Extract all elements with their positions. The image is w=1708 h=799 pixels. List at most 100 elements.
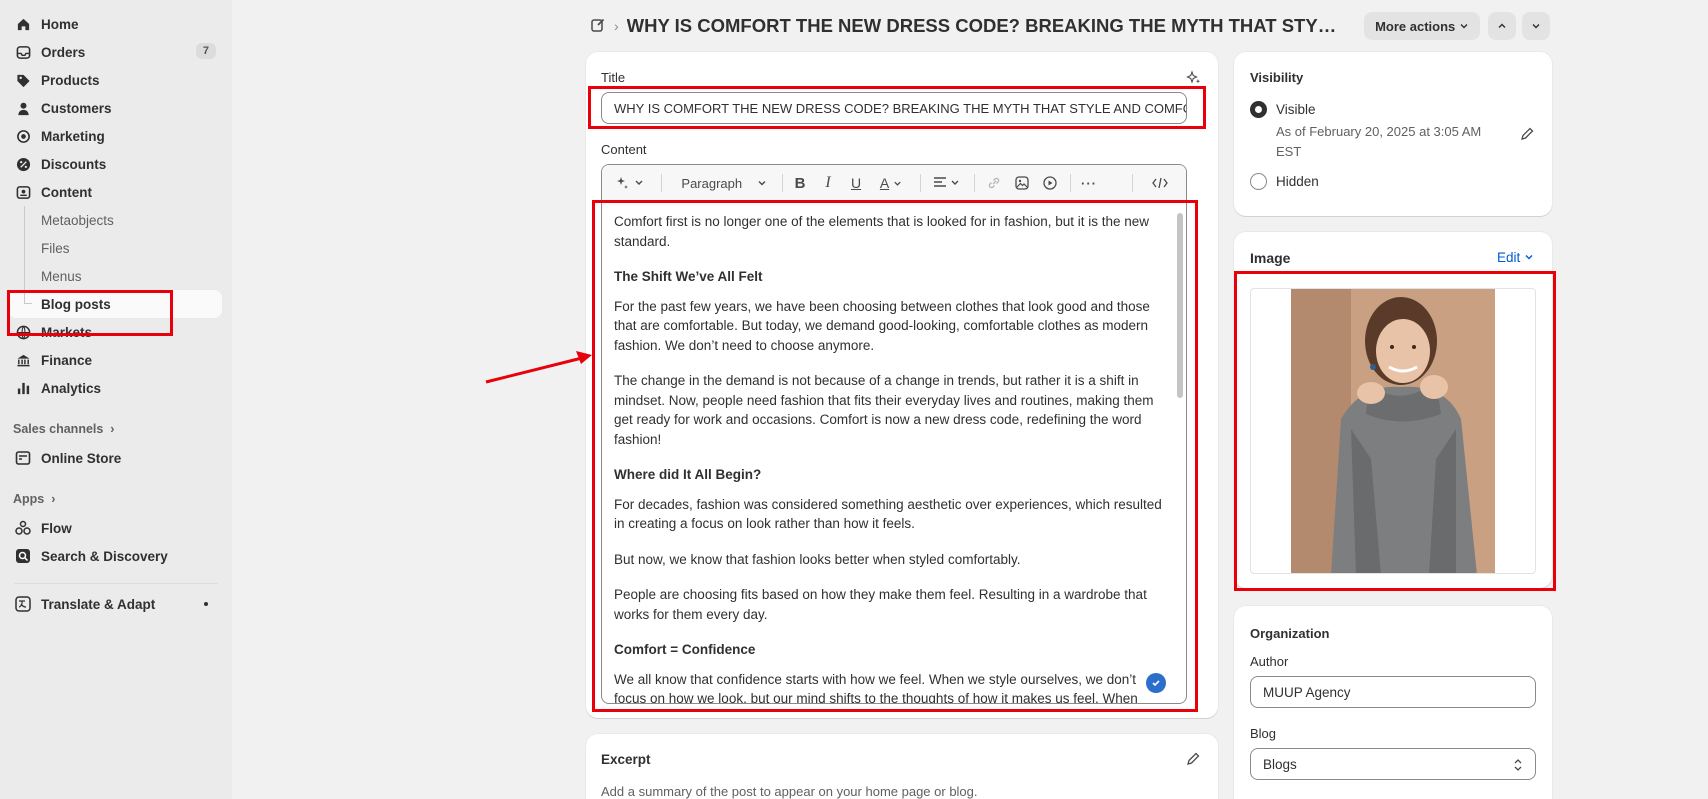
sidebar-item-label: Finance	[41, 352, 93, 368]
chevron-right-icon: ›	[110, 422, 115, 436]
chevron-down-icon	[757, 176, 767, 191]
sidebar-item-analytics[interactable]: Analytics	[0, 374, 232, 402]
tag-icon	[14, 71, 32, 89]
page-title: WHY IS COMFORT THE NEW DRESS CODE? BREAK…	[626, 15, 1339, 36]
more-actions-button[interactable]: More actions	[1364, 12, 1480, 40]
sparkle-icon[interactable]	[1186, 70, 1202, 89]
content-heading: Where did It All Begin?	[614, 467, 762, 482]
featured-image[interactable]	[1250, 288, 1536, 574]
visible-radio[interactable]: Visible	[1250, 101, 1316, 118]
content-paragraph: We all know that confidence starts with …	[614, 671, 1138, 704]
orders-icon	[14, 43, 32, 61]
content-paragraph: For decades, fashion was considered some…	[614, 496, 1162, 532]
chevron-up-icon	[1497, 19, 1507, 34]
sidebar-item-discounts[interactable]: Discounts	[0, 150, 232, 178]
sidebar-subitem-label: Menus	[41, 268, 82, 284]
sidebar-item-customers[interactable]: Customers	[0, 94, 232, 122]
code-view-icon[interactable]	[1150, 174, 1170, 192]
content-paragraph: But now, we know that fashion looks bett…	[614, 551, 1021, 567]
more-options-icon[interactable]: ···	[1080, 174, 1098, 192]
sidebar-subitem-label: Metaobjects	[41, 212, 114, 228]
sales-channels-label[interactable]: Sales channels ›	[0, 414, 232, 444]
content-paragraph: People are choosing fits based on how th…	[614, 587, 1147, 622]
sidebar-item-flow[interactable]: Flow	[0, 514, 232, 542]
editor-scrollbar[interactable]	[1177, 213, 1183, 398]
content-icon	[14, 183, 32, 201]
hidden-radio[interactable]: Hidden	[1250, 173, 1319, 190]
woman-in-sweater-photo	[1291, 289, 1495, 573]
blog-label: Blog	[1250, 726, 1277, 741]
breadcrumb-chevron-icon: ›	[614, 18, 619, 34]
image-edit-button[interactable]: Edit	[1497, 250, 1534, 265]
sidebar-item-translate-adapt[interactable]: Translate & Adapt	[0, 590, 232, 618]
next-post-button[interactable]	[1522, 12, 1550, 40]
pencil-icon[interactable]	[1520, 127, 1534, 144]
check-circle-icon	[1146, 673, 1166, 693]
title-label: Title	[601, 70, 626, 85]
select-arrows-icon	[1513, 758, 1523, 775]
video-icon[interactable]	[1042, 174, 1058, 192]
content-label: Content	[601, 142, 647, 157]
sidebar-item-content[interactable]: Content	[0, 178, 232, 206]
sidebar-item-home[interactable]: Home	[0, 10, 232, 38]
annotation-arrow-icon	[485, 351, 592, 384]
editor-content[interactable]: Comfort first is no longer one of the el…	[602, 202, 1186, 703]
content-paragraph: For the past few years, we have been cho…	[614, 298, 1150, 353]
blog-select[interactable]: Blogs	[1250, 748, 1536, 780]
sidebar-item-products[interactable]: Products	[0, 66, 232, 94]
sidebar-item-label: Orders	[41, 44, 86, 60]
paragraph-select[interactable]: Paragraph	[674, 174, 774, 192]
sidebar-subitem-label: Files	[41, 240, 70, 256]
excerpt-hint: Add a summary of the post to appear on y…	[601, 784, 978, 799]
ai-generate-icon[interactable]	[614, 174, 648, 192]
home-icon	[14, 15, 32, 33]
chevron-down-icon	[1531, 19, 1541, 34]
apps-label[interactable]: Apps ›	[0, 484, 232, 514]
sidebar-item-label: Content	[41, 184, 92, 200]
title-input[interactable]: WHY IS COMFORT THE NEW DRESS CODE? BREAK…	[601, 92, 1187, 124]
sidebar-subitem-blog-posts[interactable]: Blog posts	[8, 290, 222, 318]
sidebar-item-markets[interactable]: Markets	[0, 318, 232, 346]
sidebar-subitem-files[interactable]: Files	[0, 234, 232, 262]
person-icon	[14, 99, 32, 117]
discount-icon	[14, 155, 32, 173]
sidebar-item-search-discovery[interactable]: Search & Discovery	[0, 542, 232, 570]
chevron-right-icon: ›	[51, 492, 56, 506]
page-header: › WHY IS COMFORT THE NEW DRESS CODE? BRE…	[590, 10, 1552, 42]
bold-icon[interactable]: B	[792, 174, 808, 192]
target-icon	[14, 127, 32, 145]
previous-post-button[interactable]	[1488, 12, 1516, 40]
link-icon[interactable]	[986, 174, 1002, 192]
flow-icon	[14, 519, 32, 537]
sidebar-item-label: Markets	[41, 324, 93, 340]
search-app-icon	[14, 547, 32, 565]
edit-page-icon	[590, 17, 608, 35]
image-icon[interactable]	[1014, 174, 1030, 192]
sidebar-item-orders[interactable]: Orders 7	[0, 38, 232, 66]
underline-icon[interactable]: U	[848, 174, 864, 192]
organization-card: Organization Author MUUP Agency Blog Blo…	[1234, 606, 1552, 799]
sidebar-item-marketing[interactable]: Marketing	[0, 122, 232, 150]
bar-chart-icon	[14, 379, 32, 397]
chevron-down-icon	[1524, 250, 1534, 265]
author-input[interactable]: MUUP Agency	[1250, 676, 1536, 708]
globe-icon	[14, 323, 32, 341]
sidebar-item-label: Discounts	[41, 156, 107, 172]
excerpt-card: Excerpt Add a summary of the post to app…	[586, 734, 1218, 799]
sidebar-item-label: Analytics	[41, 380, 102, 396]
rich-text-editor[interactable]: Paragraph B I U A ··· Comfort first is n…	[601, 164, 1187, 704]
bank-icon	[14, 351, 32, 369]
sidebar-item-finance[interactable]: Finance	[0, 346, 232, 374]
sidebar-item-label: Home	[41, 16, 79, 32]
italic-icon[interactable]: I	[820, 174, 836, 192]
pencil-icon[interactable]	[1186, 752, 1200, 769]
align-icon[interactable]	[932, 174, 962, 192]
author-label: Author	[1250, 654, 1289, 669]
sidebar-subitem-metaobjects[interactable]: Metaobjects	[0, 206, 232, 234]
image-card: Image Edit	[1234, 232, 1552, 588]
sidebar-item-online-store[interactable]: Online Store	[0, 444, 232, 472]
sidebar-item-label: Customers	[41, 100, 112, 116]
sidebar-item-label: Marketing	[41, 128, 105, 144]
text-color-icon[interactable]: A	[876, 174, 906, 192]
sidebar-subitem-menus[interactable]: Menus	[0, 262, 232, 290]
